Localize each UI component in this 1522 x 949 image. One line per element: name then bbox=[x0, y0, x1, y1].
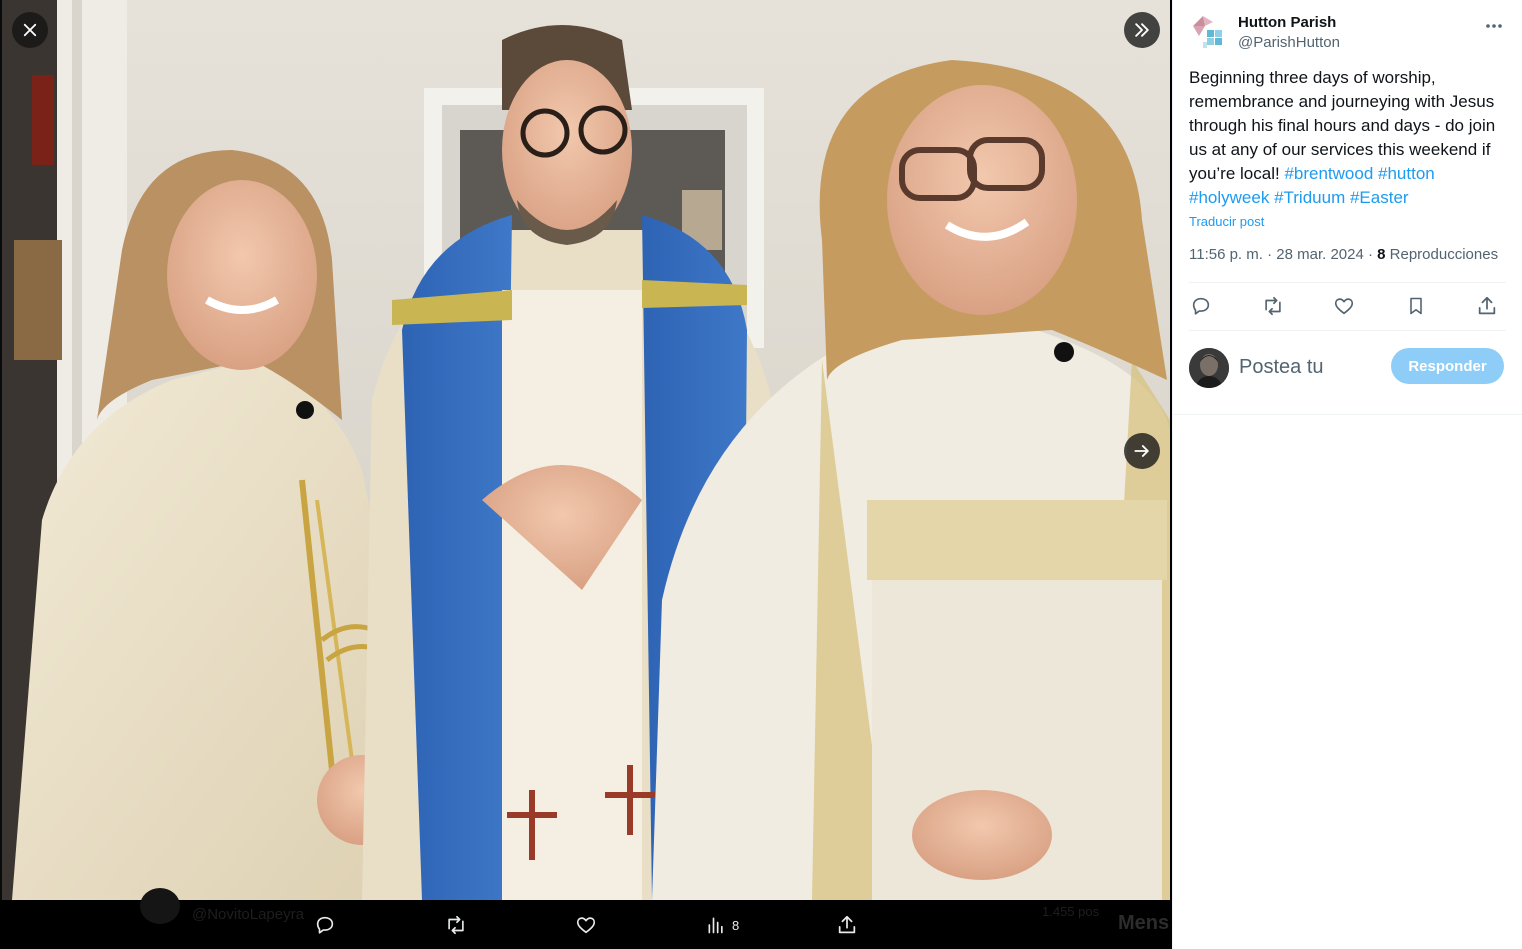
post-header: Hutton Parish @ParishHutton bbox=[1189, 12, 1506, 56]
share-button[interactable] bbox=[1475, 294, 1499, 318]
reply-icon bbox=[316, 916, 334, 934]
user-avatar-image bbox=[1189, 348, 1229, 388]
hashtag-link[interactable]: #brentwood bbox=[1284, 164, 1373, 183]
repost-icon bbox=[1265, 296, 1281, 316]
views-count: 8 bbox=[1377, 246, 1386, 263]
views-label: Reproducciones bbox=[1385, 246, 1499, 263]
post-actions bbox=[1189, 288, 1506, 324]
double-chevron-right-icon bbox=[1135, 23, 1149, 37]
ghost-handle: @NovitoLapeyra bbox=[192, 906, 304, 923]
author-avatar[interactable] bbox=[1189, 12, 1229, 52]
like-icon bbox=[1334, 298, 1354, 315]
like-icon bbox=[576, 917, 596, 934]
hashtag-link[interactable]: #Triduum bbox=[1274, 188, 1345, 207]
bookmark-button[interactable] bbox=[1404, 294, 1428, 318]
post-photo[interactable] bbox=[2, 0, 1170, 900]
media-viewer: @NovitoLapeyra 1.455 pos Mens 8 bbox=[0, 0, 1170, 949]
repost-button[interactable] bbox=[1261, 294, 1285, 318]
close-button[interactable] bbox=[12, 12, 48, 48]
next-image-button[interactable] bbox=[1124, 433, 1160, 469]
divider bbox=[1189, 282, 1506, 283]
share-icon bbox=[838, 915, 856, 934]
media-like-button[interactable] bbox=[575, 913, 597, 937]
media-repost-button[interactable] bbox=[444, 913, 468, 937]
reply-composer: Responder bbox=[1189, 344, 1506, 392]
reply-button[interactable] bbox=[1189, 294, 1213, 318]
hashtag-link[interactable]: #holyweek bbox=[1189, 188, 1269, 207]
reply-input[interactable] bbox=[1239, 352, 1389, 382]
current-user-avatar[interactable] bbox=[1189, 348, 1229, 388]
repost-icon bbox=[448, 915, 464, 935]
media-views-count: 8 bbox=[732, 917, 740, 933]
more-options-button[interactable] bbox=[1482, 16, 1506, 36]
close-icon bbox=[23, 23, 37, 37]
ghost-avatar bbox=[140, 888, 180, 924]
arrow-right-icon bbox=[1134, 445, 1149, 457]
divider bbox=[1173, 414, 1522, 415]
hashtag-link[interactable]: #hutton bbox=[1378, 164, 1435, 183]
post-timestamp[interactable]: 11:56 p. m. · 28 mar. 2024 · bbox=[1189, 246, 1377, 263]
parish-logo-icon bbox=[1193, 16, 1222, 48]
photo-illustration bbox=[2, 0, 1170, 900]
translate-post-link[interactable]: Traducir post bbox=[1189, 214, 1264, 229]
ghost-views: 1.455 pos bbox=[1042, 904, 1100, 919]
post-meta: 11:56 p. m. · 28 mar. 2024 · 8 Reproducc… bbox=[1189, 246, 1498, 263]
more-horizontal-icon bbox=[1486, 24, 1502, 28]
collapse-panel-button[interactable] bbox=[1124, 12, 1160, 48]
hashtag-link[interactable]: #Easter bbox=[1350, 188, 1409, 207]
reply-submit-button[interactable]: Responder bbox=[1391, 348, 1504, 384]
ghost-messages: Mens bbox=[1118, 912, 1170, 934]
share-icon bbox=[1478, 296, 1496, 315]
media-share-button[interactable] bbox=[836, 913, 858, 937]
media-reply-button[interactable] bbox=[314, 913, 336, 937]
divider bbox=[1189, 330, 1506, 331]
like-button[interactable] bbox=[1332, 294, 1356, 318]
bookmark-icon bbox=[1410, 297, 1422, 315]
author-handle[interactable]: @ParishHutton bbox=[1238, 34, 1340, 51]
media-views-button[interactable]: 8 bbox=[706, 913, 739, 937]
post-text: Beginning three days of worship, remembr… bbox=[1189, 66, 1511, 210]
post-detail-panel: Hutton Parish @ParishHutton Beginning th… bbox=[1172, 0, 1522, 949]
author-name[interactable]: Hutton Parish bbox=[1238, 14, 1336, 31]
reply-icon bbox=[1192, 297, 1210, 315]
views-icon bbox=[708, 917, 723, 934]
